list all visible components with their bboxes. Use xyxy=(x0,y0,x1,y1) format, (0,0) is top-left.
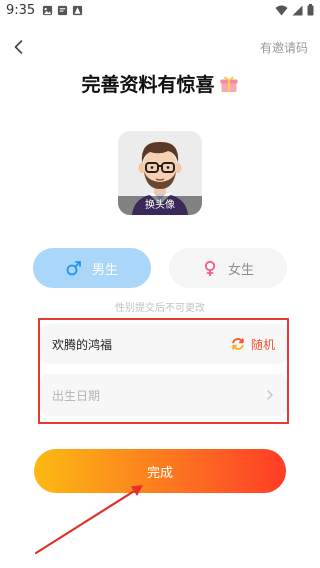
change-avatar-label[interactable]: 换头像 xyxy=(118,196,202,215)
invite-code-link[interactable]: 有邀请码 xyxy=(260,39,308,56)
gender-female-button[interactable]: 女生 xyxy=(169,248,287,288)
done-button-label: 完成 xyxy=(146,465,173,481)
birthdate-placeholder: 出生日期 xyxy=(52,388,101,403)
back-arrow-icon[interactable] xyxy=(10,38,28,56)
status-left-icons xyxy=(42,5,83,16)
wifi-icon xyxy=(275,5,288,15)
page-title: 完善资料有惊喜 xyxy=(0,70,320,97)
notification-icon xyxy=(57,5,68,16)
gender-selector: 男生 女生 xyxy=(33,248,287,288)
page-title-text: 完善资料有惊喜 xyxy=(81,74,215,96)
nickname-field[interactable]: 欢腾的鸿福 随机 xyxy=(40,324,287,364)
random-nickname-button[interactable]: 随机 xyxy=(231,336,275,353)
male-symbol-icon xyxy=(66,261,81,276)
refresh-icon xyxy=(232,338,244,350)
chevron-right-icon xyxy=(267,390,273,400)
done-button[interactable]: 完成 xyxy=(34,449,286,493)
female-symbol-icon xyxy=(204,260,216,276)
status-right-icons xyxy=(275,4,314,16)
signal-icon xyxy=(292,5,303,15)
gender-male-button[interactable]: 男生 xyxy=(33,248,151,288)
gender-note: 性别提交后不可更改 xyxy=(115,303,205,314)
photo-icon xyxy=(42,5,53,16)
top-bar: 有邀请码 xyxy=(0,30,320,64)
gender-male-label: 男生 xyxy=(91,262,118,278)
avatar[interactable]: 换头像 xyxy=(118,131,202,215)
battery-icon xyxy=(307,4,314,16)
status-bar: 9:35 xyxy=(0,0,320,24)
app-icon xyxy=(72,5,83,16)
nickname-value: 欢腾的鸿福 xyxy=(52,337,113,352)
birthdate-field[interactable]: 出生日期 xyxy=(40,374,287,416)
status-time: 9:35 xyxy=(6,3,36,18)
random-label: 随机 xyxy=(250,337,275,352)
gift-icon xyxy=(220,76,237,92)
gender-female-label: 女生 xyxy=(227,262,254,278)
